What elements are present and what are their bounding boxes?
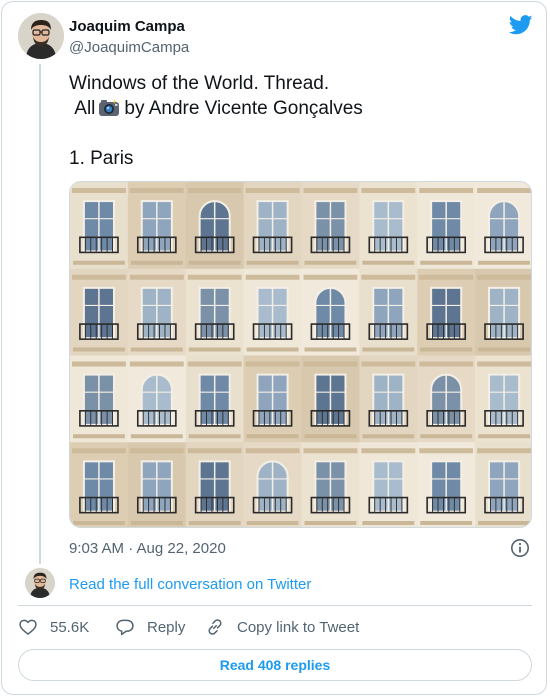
window-cornice [245,274,300,280]
window-cornice [419,361,474,367]
window-sill [478,260,530,265]
info-icon[interactable] [510,538,530,558]
window-sill [246,347,299,352]
divider [18,605,532,606]
window-cornice [303,361,358,367]
tweet-text: Windows of the World. Thread. All by And… [69,71,519,171]
window-sill [304,521,357,525]
window-cornice [245,361,300,367]
camera-with-flash-icon [99,99,120,116]
window-cornice [477,274,531,280]
heart-icon [19,619,37,635]
twitter-bird-icon[interactable] [509,15,533,35]
window-cornice [361,188,416,193]
window-sill [478,347,530,352]
window-sill [188,521,241,525]
window-sill [304,434,357,439]
window-sill [130,260,183,265]
window-cornice [477,188,531,193]
window-sill [246,521,299,525]
window-sill [73,260,125,265]
window-sill [130,434,183,439]
window-sill [188,434,241,439]
window-sill [362,260,415,265]
window-sill [362,434,415,439]
window-sill [420,347,473,352]
window-sill [478,434,530,439]
window-sill [246,260,299,265]
window-cornice [361,361,416,367]
tweet-line-2-prefix: All [74,98,96,119]
window-cornice [72,188,126,193]
reply-button[interactable]: Reply [115,617,185,637]
window-cornice [72,361,126,367]
window-cornice [72,274,126,280]
link-icon [208,619,222,635]
window-cornice [361,274,416,280]
author-avatar[interactable] [18,13,64,59]
window-cornice [72,448,126,454]
reply-bubble-icon [116,619,134,636]
window-sill [362,347,415,352]
tweet-timestamp[interactable]: 9:03 AM · Aug 22, 2020 [69,540,226,557]
read-full-conversation-link[interactable]: Read the full conversation on Twitter [69,576,311,593]
window-cornice [303,274,358,280]
window-cornice [361,448,416,454]
window-cornice [129,188,184,193]
copy-link-button[interactable]: Copy link to Tweet [205,617,359,637]
window-cornice [245,448,300,454]
window-sill [420,434,473,439]
copy-link-label: Copy link to Tweet [237,618,360,636]
window-cornice [187,274,242,280]
window-cornice [303,188,358,193]
conversation-avatar[interactable] [25,568,55,598]
tweet-photo[interactable] [69,181,532,528]
author-name[interactable]: Joaquim Campa [69,18,185,35]
window-sill [188,347,241,352]
window-cornice [187,188,242,193]
window-sill [130,521,183,525]
window-sill [304,260,357,265]
window-cornice [187,361,242,367]
window-sill [478,521,530,525]
window-cornice [303,448,358,454]
window-cornice [419,188,474,193]
window-cornice [477,448,531,454]
window-sill [420,260,473,265]
window-cornice [419,448,474,454]
window-cornice [419,274,474,280]
tweet-line-3: 1. Paris [69,148,134,169]
window-sill [304,347,357,352]
tweet-line-2-suffix: by Andre Vicente Gonçalves [124,98,363,119]
tweet-line-1: Windows of the World. Thread. [69,73,330,94]
read-replies-button[interactable]: Read 408 replies [18,649,532,681]
windows-grid-image [70,182,531,527]
window-cornice [245,188,300,193]
like-count: 55.6K [50,618,90,636]
window-sill [73,347,125,352]
window-cornice [129,361,184,367]
window-cornice [477,361,531,367]
window-cornice [129,448,184,454]
window-sill [246,434,299,439]
author-handle[interactable]: @JoaquimCampa [69,39,189,56]
window-sill [362,521,415,525]
window-sill [130,347,183,352]
reply-label: Reply [147,618,186,636]
window-sill [73,521,125,525]
window-sill [73,434,125,439]
window-cornice [129,274,184,280]
tweet-line-2: All by Andre Vicente Gonçalves [69,96,519,121]
like-button[interactable]: 55.6K [18,617,89,637]
window-sill [420,521,473,525]
window-cornice [187,448,242,454]
window-sill [188,260,241,265]
thread-connector-line [39,64,41,564]
